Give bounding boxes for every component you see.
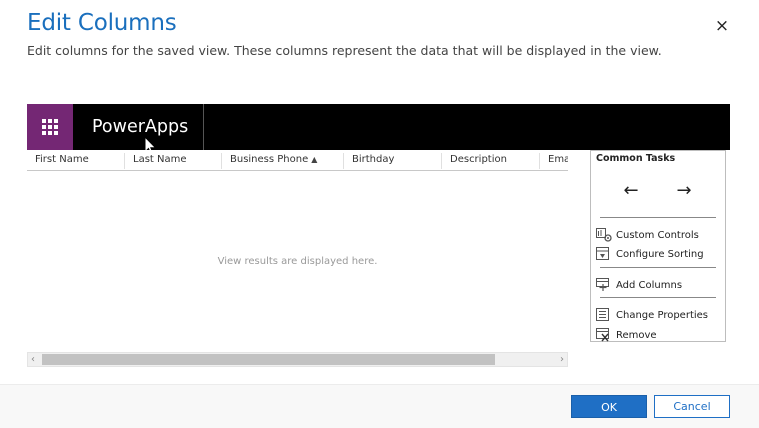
common-tasks-title: Common Tasks: [596, 153, 676, 164]
move-left-icon[interactable]: ←: [619, 181, 643, 201]
column-header-email[interactable]: Ema: [539, 153, 568, 169]
move-right-icon[interactable]: →: [672, 181, 696, 201]
column-header-birthday[interactable]: Birthday: [343, 153, 440, 169]
task-label: Custom Controls: [616, 229, 699, 241]
column-header-label: Birthday: [352, 154, 395, 165]
column-header-label: First Name: [35, 154, 89, 165]
column-header-row: First Name Last Name Business Phone ▲ Bir…: [27, 150, 568, 171]
add-columns-icon: [596, 278, 609, 291]
task-label: Change Properties: [616, 309, 709, 321]
app-name: PowerApps: [92, 117, 189, 137]
empty-results-message: View results are displayed here.: [217, 256, 378, 267]
divider: [600, 267, 716, 268]
app-launcher-button[interactable]: [27, 104, 73, 150]
scroll-left-icon[interactable]: ‹: [31, 354, 35, 366]
column-header-business-phone[interactable]: Business Phone ▲: [221, 153, 342, 169]
column-header-label: Ema: [548, 154, 568, 165]
scrollbar-thumb[interactable]: [42, 354, 495, 365]
add-columns-button[interactable]: Add Columns: [596, 277, 682, 293]
column-header-description[interactable]: Description: [441, 153, 538, 169]
column-header-label: Description: [450, 154, 507, 165]
task-label: Remove: [616, 329, 657, 341]
change-properties-icon: [596, 308, 609, 321]
header-divider: [203, 104, 204, 150]
task-label: Configure Sorting: [616, 248, 704, 260]
task-label: Add Columns: [616, 279, 683, 291]
remove-button[interactable]: Remove: [596, 327, 657, 343]
horizontal-scrollbar[interactable]: ‹ ›: [27, 352, 568, 367]
configure-sorting-icon: [596, 247, 609, 260]
sort-ascending-icon: ▲: [311, 155, 318, 164]
custom-controls-button[interactable]: Custom Controls: [596, 227, 699, 243]
close-button[interactable]: ×: [713, 16, 731, 36]
column-header-label: Business Phone: [230, 154, 309, 165]
ok-button[interactable]: OK: [571, 395, 647, 418]
common-tasks-panel: Common Tasks ← → Custom Controls Configu…: [590, 150, 726, 342]
dialog-subtitle: Edit columns for the saved view. These c…: [27, 43, 662, 58]
divider: [600, 217, 716, 218]
app-launcher-icon: [42, 119, 58, 135]
divider: [600, 297, 716, 298]
column-header-last-name[interactable]: Last Name: [124, 153, 221, 169]
change-properties-button[interactable]: Change Properties: [596, 307, 708, 323]
view-grid: First Name Last Name Business Phone ▲ Bir…: [27, 150, 568, 368]
column-header-first-name[interactable]: First Name: [27, 153, 122, 169]
custom-controls-icon: [596, 228, 612, 242]
scroll-right-icon[interactable]: ›: [560, 354, 564, 366]
app-header: PowerApps: [27, 104, 730, 150]
column-header-label: Last Name: [133, 154, 187, 165]
configure-sorting-button[interactable]: Configure Sorting: [596, 246, 704, 262]
remove-icon: [596, 328, 609, 342]
cancel-button[interactable]: Cancel: [654, 395, 730, 418]
dialog-title: Edit Columns: [27, 10, 177, 36]
